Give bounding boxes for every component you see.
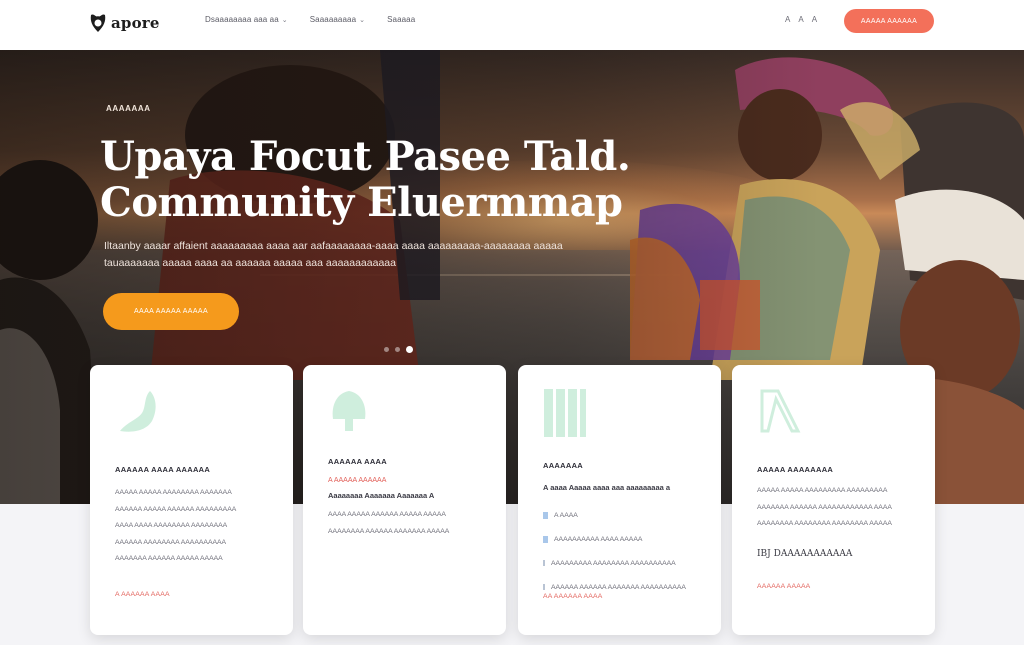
card-line: AAAAA AAAAA AAAAAAAAA AAAAAAAAA [757,487,888,494]
hero-eyebrow: AAAAAAA [106,104,151,113]
card-highlight: IBJ DAAAAAAAAAAA [757,549,853,559]
card-line: AAAAAAA AAAAAA AAAAAAAAAAAA AAAA [757,503,892,511]
card-title: AAAAAA AAAA [328,457,387,466]
card-link[interactable]: AAAAAA AAAAA [757,583,810,590]
brand-name: apore [111,14,160,32]
bullet-icon [543,584,545,590]
carousel-dot-3-active[interactable] [406,346,413,353]
list-item-label: A AAAA [554,511,578,519]
card-link[interactable]: AA AAAAAA AAAA [543,593,602,600]
chevron-down-icon: ⌄ [359,16,366,24]
header-cta-button[interactable]: AAAAA AAAAAA [844,9,934,33]
card-accent-text: A AAAAA AAAAAA [328,477,387,484]
card-body: AAAAA AAAAA AAAAAAAAA AAAAAAAAA AAAAAAA … [757,483,892,533]
card-list: A AAAA AAAAAAAAAA AAAA AAAAA AAAAAAAAA A… [543,503,686,599]
hand-icon [120,391,156,432]
main-menu: Dsaaaaaaaa aaa aa ⌄ Saaaaaaaaa ⌄ Saaaaa [205,15,415,24]
carousel-dots [384,346,413,353]
feature-cards: AAAAAA AAAA AAAAAA AAAAA AAAAA AAAAAAAA … [90,365,936,635]
brand-mark-icon [90,14,106,32]
card-line: AAAAAAAA AAAAAAAA AAAAAAAA AAAAA [757,520,892,527]
card-link[interactable]: A AAAAAA AAAA [115,591,170,598]
carousel-dot-2[interactable] [395,347,400,352]
hero-cta-button[interactable]: AAAA AAAAA AAAAA [103,293,239,330]
card-subtitle: A aaaa Aaaaa aaaa aaa aaaaaaaaa a [543,483,671,492]
nav-link-label: Saaaaaaaaa [309,15,357,24]
nav-link-label: Saaaaa [387,15,416,24]
utility-link-2[interactable]: A [798,15,803,24]
feature-card-1[interactable]: AAAAAA AAAA AAAAAA AAAAA AAAAA AAAAAAAA … [90,365,293,635]
list-item-label: AAAAAA AAAAAA AAAAAAA AAAAAAAAAA [551,583,686,591]
books-icon [544,389,586,437]
card-title: AAAAAAA [543,461,584,470]
tent-icon [760,389,801,433]
nav-link-1[interactable]: Dsaaaaaaaa aaa aa ⌄ [205,15,288,24]
description-line-2: tauaaaaaaa aaaaa aaaa aa aaaaaa aaaaa aa… [104,257,396,269]
card-title: AAAAAA AAAA AAAAAA [115,465,211,474]
nav-link-3[interactable]: Saaaaa [387,15,415,24]
hero-headline: Upaya Focut Pasee Tald. Community Eluerm… [100,133,631,226]
description-line-1: Iltaanby aaaar affaient aaaaaaaaa aaaa a… [104,240,563,252]
feature-card-2[interactable]: AAAAAA AAAA A AAAAA AAAAAA Aaaaaaaa Aaaa… [303,365,506,635]
carousel-dot-1[interactable] [384,347,389,352]
page: apore Dsaaaaaaaa aaa aa ⌄ Saaaaaaaaa ⌄ S… [0,0,1024,645]
hero-description: Iltaanby aaaar affaient aaaaaaaaa aaaa a… [104,238,664,272]
top-navbar: apore Dsaaaaaaaa aaa aa ⌄ Saaaaaaaaa ⌄ S… [0,0,1024,50]
bullet-icon [543,535,548,543]
card-line: AAAAAA AAAAA AAAAAA AAAAAAAAA [115,505,237,513]
card-body: AAAAA AAAAA AAAAAAAA AAAAAAA AAAAAA AAAA… [115,485,236,568]
list-item: A AAAA [543,503,686,527]
brand-logo[interactable]: apore [88,12,160,34]
card-line: AAAA AAAA AAAAAAAA AAAAAAAA [115,522,228,529]
card-line: AAAAAA AAAAAAAA AAAAAAAAAA [115,538,227,546]
card-subtitle: Aaaaaaaa Aaaaaaa Aaaaaaa A [328,491,435,500]
list-item-label: AAAAAAAAA AAAAAAAA AAAAAAAAAA [551,559,676,567]
card-title: AAAAA AAAAAAAA [757,465,834,474]
card-body: AAAA AAAAA AAAAAA AAAAA AAAAA AAAAAAAA A… [328,507,449,540]
nav-link-2[interactable]: Saaaaaaaaa ⌄ [310,15,365,24]
nav-utility-links: A A A [785,15,817,24]
feature-card-4[interactable]: AAAAA AAAAAAAA AAAAA AAAAA AAAAAAAAA AAA… [732,365,935,635]
plant-icon [332,391,366,431]
card-line: AAAAAAAA AAAAAA AAAAAAA AAAAA [328,527,450,535]
list-item: AAAAAAAAAA AAAA AAAAA [543,527,686,551]
list-item-label: AAAAAAAAAA AAAA AAAAA [554,535,643,543]
headline-line-1: Upaya Focut Pasee Tald. [100,133,631,180]
feature-card-3[interactable]: AAAAAAA A aaaa Aaaaa aaaa aaa aaaaaaaaa … [518,365,721,635]
chevron-down-icon: ⌄ [281,16,288,24]
card-line: AAAA AAAAA AAAAAA AAAAA AAAAA [328,511,446,518]
bullet-icon [543,560,545,566]
bullet-icon [543,511,548,519]
utility-link-3[interactable]: A [812,15,817,24]
nav-link-label: Dsaaaaaaaa aaa aa [205,15,279,24]
card-line: AAAAAAA AAAAAA AAAAA AAAAA [115,555,223,562]
list-item: AAAAAAAAA AAAAAAAA AAAAAAAAAA [543,551,686,575]
headline-line-2: Community Eluermmap [100,179,623,226]
utility-link-1[interactable]: A [785,15,790,24]
card-line: AAAAA AAAAA AAAAAAAA AAAAAAA [115,489,232,496]
